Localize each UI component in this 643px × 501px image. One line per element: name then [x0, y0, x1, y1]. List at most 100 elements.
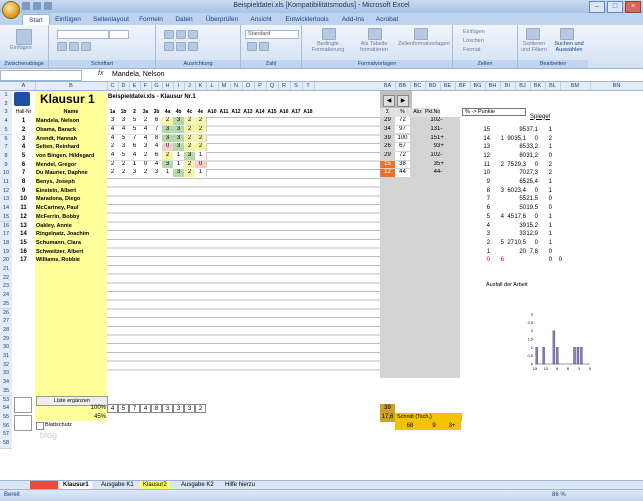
score-cell[interactable]: 0: [195, 160, 207, 169]
sheet-tab-hilfe[interactable]: Hilfe hierzu: [222, 481, 258, 489]
as-table-icon[interactable]: [368, 28, 382, 40]
currency-icon[interactable]: [247, 42, 257, 51]
column-header[interactable]: A: [12, 82, 36, 90]
column-header[interactable]: T: [302, 82, 315, 90]
student-name[interactable]: Maradona, Diego: [36, 195, 80, 204]
sort-filter-label[interactable]: Sortieren und Filtern: [520, 41, 548, 53]
undo-icon[interactable]: [33, 2, 41, 10]
minimize-button[interactable]: –: [589, 1, 605, 13]
column-header[interactable]: BA: [380, 82, 396, 90]
tab-ansicht[interactable]: Ansicht: [246, 14, 276, 25]
undo-list-icon[interactable]: [14, 414, 32, 431]
font-size-select[interactable]: [109, 30, 129, 39]
find-select-label[interactable]: Suchen und Auswählen: [552, 41, 586, 53]
tab-acrobat[interactable]: Acrobat: [372, 14, 402, 25]
max-points-cell[interactable]: 7: [129, 404, 140, 413]
student-name[interactable]: Mendel, Gregor: [36, 161, 76, 170]
student-name[interactable]: Obama, Barack: [36, 126, 76, 135]
score-cell[interactable]: 2: [195, 143, 207, 151]
find-select-icon[interactable]: [560, 28, 574, 40]
column-header[interactable]: BE: [440, 82, 456, 90]
column-header[interactable]: BJ: [515, 82, 531, 90]
office-button[interactable]: [2, 1, 20, 19]
student-name[interactable]: McFerrin, Bobby: [36, 213, 79, 222]
tab-formeln[interactable]: Formeln: [136, 14, 166, 25]
tab-einfuegen[interactable]: Einfügen: [52, 14, 84, 25]
sheet-tab-ausgabe-k1[interactable]: Ausgabe K1: [98, 481, 137, 489]
tab-addins[interactable]: Add-Ins: [338, 14, 368, 25]
delete-cells-label[interactable]: Löschen: [463, 38, 484, 44]
percent-icon[interactable]: [259, 42, 269, 51]
column-header[interactable]: BN: [590, 82, 643, 90]
insert-cells-label[interactable]: Einfügen: [463, 29, 485, 35]
maximize-button[interactable]: □: [607, 1, 623, 13]
max-points-cell[interactable]: 4: [107, 404, 118, 413]
tab-ueberpruefen[interactable]: Überprüfen: [202, 14, 242, 25]
align-left-icon[interactable]: [164, 42, 174, 51]
fx-icon[interactable]: fx: [98, 70, 103, 77]
column-header[interactable]: BK: [530, 82, 546, 90]
student-name[interactable]: Du Maurier, Daphne: [36, 169, 88, 178]
student-name[interactable]: Arendt, Hannah: [36, 135, 77, 144]
score-cell[interactable]: 2: [195, 125, 207, 134]
column-header[interactable]: BL: [545, 82, 561, 90]
max-points-cell[interactable]: 3: [184, 404, 195, 413]
student-name[interactable]: Oakley, Annie: [36, 222, 72, 231]
tab-entwicklertools[interactable]: Entwicklertools: [280, 14, 334, 25]
column-header[interactable]: BD: [425, 82, 441, 90]
cell-styles-label[interactable]: Zellenformatvorlagen: [398, 41, 450, 47]
refresh-icon[interactable]: [14, 397, 32, 414]
student-name[interactable]: Schumann, Clara: [36, 239, 81, 248]
info-icon[interactable]: [14, 92, 30, 106]
number-format-select[interactable]: Standard: [245, 30, 299, 39]
student-name[interactable]: Benys, Joseph: [36, 178, 75, 187]
column-header[interactable]: BG: [470, 82, 486, 90]
worksheet-grid[interactable]: A B C D E F G H I J K L M N O P Q R S T BA BB BC BD BE BF BG BH BI BJ…: [0, 82, 643, 480]
underline-icon[interactable]: [81, 42, 91, 51]
paste-icon[interactable]: [16, 29, 32, 45]
next-arrow-button[interactable]: ▶: [397, 95, 409, 107]
zoom-level[interactable]: 86 %: [552, 492, 566, 498]
column-header[interactable]: BC: [410, 82, 426, 90]
student-name[interactable]: Schweitzer, Albert: [36, 248, 83, 257]
score-cell[interactable]: 2: [195, 134, 207, 143]
student-name[interactable]: Williams, Robbie: [36, 256, 80, 265]
score-cell[interactable]: 1: [195, 169, 207, 177]
name-box[interactable]: [0, 70, 82, 81]
sort-filter-icon[interactable]: [526, 28, 540, 40]
cell-styles-icon[interactable]: [414, 28, 428, 40]
bold-icon[interactable]: [57, 42, 67, 51]
score-cell[interactable]: 2: [195, 117, 207, 125]
save-icon[interactable]: [22, 2, 30, 10]
student-name[interactable]: Selten, Reinhard: [36, 143, 79, 152]
formula-input[interactable]: Mandela, Nelson: [112, 71, 165, 78]
max-points-cell[interactable]: 8: [151, 404, 162, 413]
prev-arrow-button[interactable]: ◀: [383, 95, 395, 107]
student-name[interactable]: Einstein, Albert: [36, 187, 76, 196]
redo-icon[interactable]: [44, 2, 52, 10]
format-cells-label[interactable]: Format: [463, 47, 480, 53]
row-header[interactable]: 58: [0, 439, 12, 449]
student-name[interactable]: Mandela, Nelson: [36, 117, 79, 126]
column-header[interactable]: BI: [500, 82, 516, 90]
column-header[interactable]: BF: [455, 82, 471, 90]
points-dropdown[interactable]: % -> Punkte: [462, 108, 526, 117]
align-right-icon[interactable]: [188, 42, 198, 51]
max-points-cell[interactable]: 2: [195, 404, 206, 413]
sheet-tab-klausur2[interactable]: Klausur2: [140, 481, 170, 489]
font-name-select[interactable]: [57, 30, 109, 39]
sheet-tab-red[interactable]: [30, 481, 58, 489]
align-center-icon[interactable]: [176, 42, 186, 51]
cond-format-icon[interactable]: [322, 28, 336, 40]
blattschutz-checkbox[interactable]: [36, 421, 44, 430]
as-table-label[interactable]: Als Tabelle formatieren: [354, 41, 394, 53]
sheet-tab-klausur1[interactable]: Klausur1: [60, 481, 92, 489]
max-points-cell[interactable]: 3: [173, 404, 184, 413]
student-name[interactable]: von Bingen, Hildegard: [36, 152, 94, 161]
max-points-cell[interactable]: 3: [162, 404, 173, 413]
column-header[interactable]: BB: [395, 82, 411, 90]
column-header[interactable]: BH: [485, 82, 501, 90]
sheet-tab-ausgabe-k2[interactable]: Ausgabe K2: [178, 481, 217, 489]
student-name[interactable]: Ringelnatz, Joachim: [36, 230, 89, 239]
italic-icon[interactable]: [69, 42, 79, 51]
